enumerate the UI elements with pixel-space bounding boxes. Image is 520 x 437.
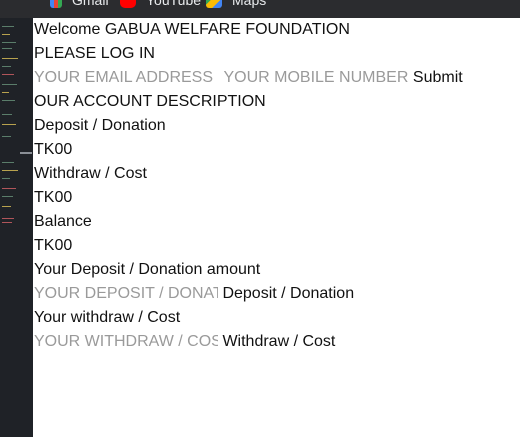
withdraw-value: TK00 xyxy=(34,189,73,206)
withdraw-label: Withdraw / Cost xyxy=(34,165,147,182)
maps-icon xyxy=(206,0,222,8)
account-heading: OUR ACCOUNT DESCRIPTION xyxy=(34,93,266,110)
deposit-label: Deposit / Donation xyxy=(34,117,166,134)
deposit-form-heading: Your Deposit / Donation amount xyxy=(34,261,261,278)
withdraw-form: YOUR WITHDRAW / COST Withdraw / Cost xyxy=(34,330,335,354)
deposit-value: TK00 xyxy=(34,141,73,158)
mobile-input[interactable]: YOUR MOBILE NUMBER xyxy=(223,66,408,90)
youtube-icon xyxy=(120,0,136,8)
bookmark-label: YouTube xyxy=(146,0,202,8)
code-editor-sidebar xyxy=(0,18,33,437)
withdraw-input[interactable]: YOUR WITHDRAW / COST xyxy=(34,330,218,354)
balance-label: Balance xyxy=(34,213,92,230)
withdraw-form-heading: Your withdraw / Cost xyxy=(34,309,181,326)
bookmark-label: Gmail xyxy=(72,0,109,8)
deposit-form: YOUR DEPOSIT / DONATION Deposit / Donati… xyxy=(34,282,354,306)
email-input[interactable]: YOUR EMAIL ADDRESS xyxy=(34,66,219,90)
bookmark-youtube[interactable]: YouTube xyxy=(120,0,201,9)
withdraw-button[interactable]: Withdraw / Cost xyxy=(222,330,335,354)
bookmark-gmail[interactable]: Gmail xyxy=(50,0,109,9)
gmail-icon xyxy=(50,0,62,8)
balance-value: TK00 xyxy=(34,237,73,254)
submit-button[interactable]: Submit xyxy=(413,66,463,90)
deposit-button[interactable]: Deposit / Donation xyxy=(222,282,354,306)
login-form: YOUR EMAIL ADDRESS YOUR MOBILE NUMBER Su… xyxy=(34,66,463,90)
page-content: Welcome GABUA WELFARE FOUNDATION PLEASE … xyxy=(34,18,520,437)
deposit-input[interactable]: YOUR DEPOSIT / DONATION xyxy=(34,282,218,306)
welcome-text: Welcome GABUA WELFARE FOUNDATION xyxy=(34,21,350,38)
bookmarks-bar: Gmail YouTube Maps xyxy=(0,0,520,18)
bookmark-label: Maps xyxy=(232,0,267,8)
login-heading: PLEASE LOG IN xyxy=(34,45,155,62)
bookmark-maps[interactable]: Maps xyxy=(206,0,266,9)
